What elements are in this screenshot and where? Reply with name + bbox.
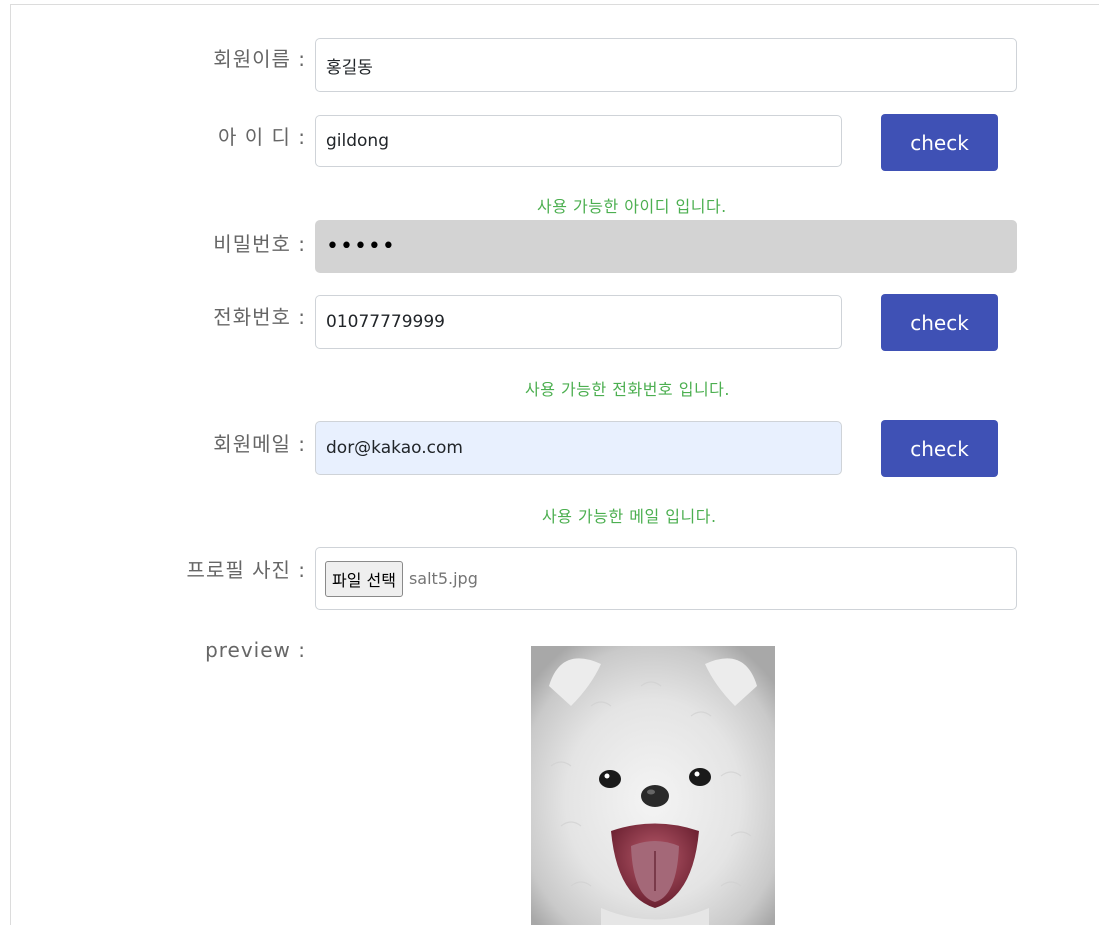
password-value: ••••• <box>326 233 396 259</box>
dog-photo-icon <box>531 646 775 925</box>
email-label: 회원메일 : <box>213 432 306 456</box>
userid-check-button[interactable]: check <box>881 114 998 171</box>
email-input[interactable]: dor@kakao.com <box>315 421 842 475</box>
userid-input[interactable]: gildong <box>315 115 842 167</box>
userid-label: 아 이 디 : <box>217 125 306 149</box>
signup-form: 회원이름 : 홍길동 아 이 디 : gildong check 사용 가능한 … <box>10 4 1099 925</box>
email-check-message: 사용 가능한 메일 입니다. <box>542 507 717 526</box>
phone-check-button[interactable]: check <box>881 294 998 351</box>
phone-value: 01077779999 <box>326 312 445 332</box>
name-label: 회원이름 : <box>213 47 306 71</box>
photo-file-input[interactable]: 파일 선택 salt5.jpg <box>315 547 1017 610</box>
password-label: 비밀번호 : <box>213 232 306 256</box>
name-value: 홍길동 <box>326 57 373 78</box>
phone-label: 전화번호 : <box>213 305 306 329</box>
userid-check-message: 사용 가능한 아이디 입니다. <box>537 197 727 216</box>
email-check-button[interactable]: check <box>881 420 998 477</box>
password-input: ••••• <box>315 220 1017 273</box>
preview-image <box>531 646 775 925</box>
file-name: salt5.jpg <box>408 569 478 588</box>
userid-value: gildong <box>326 131 389 151</box>
file-select-button[interactable]: 파일 선택 <box>325 560 403 597</box>
email-value: dor@kakao.com <box>326 438 463 458</box>
name-input[interactable]: 홍길동 <box>315 38 1017 92</box>
photo-label: 프로필 사진 : <box>186 558 306 582</box>
phone-input[interactable]: 01077779999 <box>315 295 842 349</box>
preview-label: preview : <box>205 638 306 662</box>
phone-check-message: 사용 가능한 전화번호 입니다. <box>525 380 730 399</box>
